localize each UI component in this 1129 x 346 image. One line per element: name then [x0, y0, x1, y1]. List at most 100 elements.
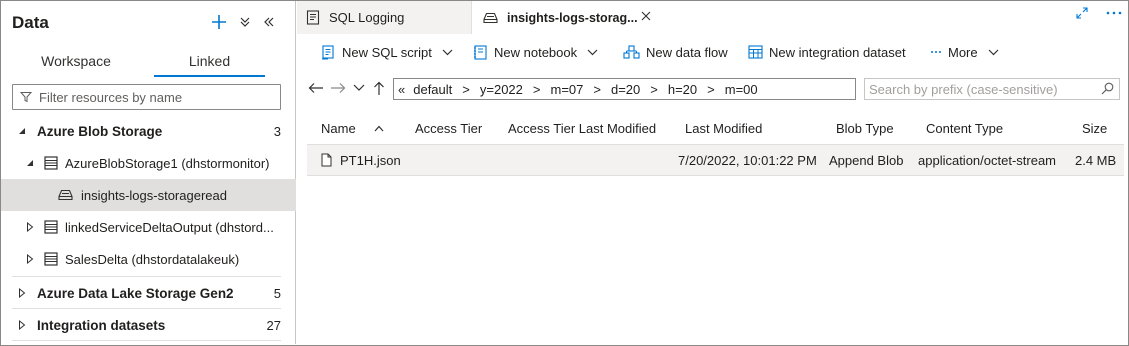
storage-account-icon — [44, 220, 58, 234]
caret-collapsed-icon[interactable] — [17, 320, 27, 330]
column-header-access-tier-last-modified[interactable]: Access Tier Last Modified — [508, 112, 656, 144]
sql-script-icon — [322, 44, 334, 59]
breadcrumb-day[interactable]: d=20 — [611, 82, 640, 97]
caret-collapsed-icon[interactable] — [17, 288, 27, 298]
breadcrumb-month[interactable]: m=07 — [550, 82, 583, 97]
panel-tabs: Workspace Linked — [1, 45, 296, 77]
filter-icon — [20, 92, 32, 103]
navigation-bar: « default > y=2022 > m=07 > d=20 > h=20 … — [297, 76, 1128, 102]
tree-item-azureblobstorage1[interactable]: AzureBlobStorage1 (dhstormonitor) — [1, 147, 296, 179]
breadcrumb-separator: > — [707, 81, 715, 97]
back-arrow-icon[interactable] — [307, 79, 325, 97]
tree-item-integration-datasets[interactable]: Integration datasets 27 — [1, 309, 296, 341]
item-count: 3 — [273, 123, 281, 139]
breadcrumb-default[interactable]: default — [413, 82, 452, 97]
caret-expanded-icon[interactable] — [25, 158, 35, 168]
notebook-icon — [474, 44, 487, 60]
tab-label: insights-logs-storag... — [507, 10, 638, 25]
tree-item-label: Azure Data Lake Storage Gen2 — [37, 285, 234, 301]
caret-collapsed-icon[interactable] — [25, 222, 35, 232]
filter-box[interactable] — [12, 84, 281, 110]
data-flow-icon — [623, 44, 640, 59]
button-label: New notebook — [494, 44, 578, 60]
tree-item-label: linkedServiceDeltaOutput (dhstord... — [65, 219, 274, 235]
new-data-flow-button[interactable]: New data flow — [623, 35, 728, 69]
tree-item-linkedservicedeltaoutput[interactable]: linkedServiceDeltaOutput (dhstord... — [1, 211, 296, 243]
column-label: Name — [321, 120, 356, 136]
tree-item-label: insights-logs-storageread — [81, 187, 227, 203]
button-label: New data flow — [646, 44, 728, 60]
more-options-icon[interactable] — [1106, 11, 1122, 15]
ellipsis-icon — [931, 51, 941, 53]
prefix-search-input[interactable] — [869, 81, 1094, 97]
tab-insights-logs[interactable]: insights-logs-storag... — [473, 1, 656, 34]
tree-item-label: AzureBlobStorage1 (dhstormonitor) — [65, 155, 270, 171]
breadcrumb-hour[interactable]: h=20 — [668, 82, 697, 97]
button-label: New SQL script — [342, 44, 432, 60]
close-tab-icon[interactable] — [641, 9, 651, 24]
add-icon[interactable] — [211, 14, 227, 30]
column-header-blob-type[interactable]: Blob Type — [836, 112, 894, 144]
tree-item-salesdelta[interactable]: SalesDelta (dhstordatalakeuk) — [1, 243, 296, 275]
file-icon — [321, 153, 332, 167]
tab-sql-logging[interactable]: SQL Logging — [297, 1, 472, 34]
breadcrumb-separator: > — [532, 81, 541, 97]
caret-expanded-icon[interactable] — [17, 126, 27, 136]
more-button[interactable]: More — [930, 35, 999, 69]
new-sql-script-button[interactable]: New SQL script — [321, 35, 453, 69]
column-header-content-type[interactable]: Content Type — [926, 112, 1003, 144]
tree-item-label: Azure Blob Storage — [37, 123, 163, 139]
breadcrumb-minute[interactable]: m=00 — [725, 82, 758, 97]
item-count: 27 — [266, 317, 281, 333]
filter-input[interactable] — [39, 89, 269, 105]
sql-script-icon — [306, 10, 320, 25]
storage-account-icon — [44, 156, 58, 170]
new-integration-dataset-button[interactable]: New integration dataset — [748, 35, 906, 69]
collapse-panel-icon[interactable] — [263, 16, 275, 28]
tab-workspace[interactable]: Workspace — [21, 45, 131, 77]
container-icon — [58, 189, 73, 201]
tab-label: SQL Logging — [329, 10, 405, 25]
tree-item-azure-blob-storage[interactable]: Azure Blob Storage 3 — [1, 115, 296, 147]
dataset-table-icon — [748, 45, 763, 59]
main-area: SQL Logging insights-logs-storag... New … — [297, 1, 1128, 344]
chevron-down-icon[interactable] — [350, 79, 368, 97]
breadcrumb-separator: > — [650, 81, 658, 97]
item-count: 5 — [273, 285, 281, 301]
cell-last-modified: 7/20/2022, 10:01:22 PM — [678, 152, 817, 168]
panel-title: Data — [12, 13, 49, 32]
prefix-search-box[interactable] — [864, 78, 1120, 100]
sort-ascending-icon — [374, 125, 384, 131]
divider — [12, 340, 281, 341]
breadcrumb-collapse[interactable]: « — [398, 82, 405, 97]
document-tabs: SQL Logging insights-logs-storag... — [297, 1, 1128, 34]
maximize-icon[interactable] — [1076, 7, 1088, 19]
panel-actions — [211, 11, 275, 33]
file-name: PT1H.json — [340, 152, 401, 168]
up-arrow-icon[interactable] — [370, 79, 388, 97]
column-header-name[interactable]: Name — [321, 112, 384, 144]
breadcrumb-year[interactable]: y=2022 — [480, 82, 523, 97]
expand-all-icon[interactable] — [239, 16, 251, 28]
tree-item-label: Integration datasets — [37, 317, 166, 333]
cell-size: 2.4 MB — [1075, 152, 1117, 168]
column-header-last-modified[interactable]: Last Modified — [685, 112, 762, 144]
button-label: New integration dataset — [769, 44, 906, 60]
breadcrumb-separator: > — [462, 81, 470, 97]
tree-item-azure-data-lake-storage-gen2[interactable]: Azure Data Lake Storage Gen2 5 — [1, 277, 296, 309]
column-header-access-tier[interactable]: Access Tier — [415, 112, 482, 144]
table-row[interactable]: PT1H.json 7/20/2022, 10:01:22 PM Append … — [307, 144, 1124, 176]
caret-collapsed-icon[interactable] — [25, 254, 35, 264]
storage-account-icon — [44, 252, 58, 266]
chevron-down-icon — [587, 49, 598, 55]
tree-item-insights-logs-storageread[interactable]: insights-logs-storageread — [1, 179, 296, 211]
tab-linked[interactable]: Linked — [154, 45, 265, 77]
new-notebook-button[interactable]: New notebook — [473, 35, 598, 69]
search-icon[interactable] — [1101, 82, 1114, 98]
forward-arrow-icon[interactable] — [329, 79, 347, 97]
table-header: Name Access Tier Access Tier Last Modifi… — [307, 112, 1124, 144]
breadcrumb-separator: > — [593, 81, 601, 97]
chevron-down-icon — [988, 49, 999, 55]
cell-blob-type: Append Blob — [829, 152, 904, 168]
column-header-size[interactable]: Size — [1082, 112, 1107, 144]
